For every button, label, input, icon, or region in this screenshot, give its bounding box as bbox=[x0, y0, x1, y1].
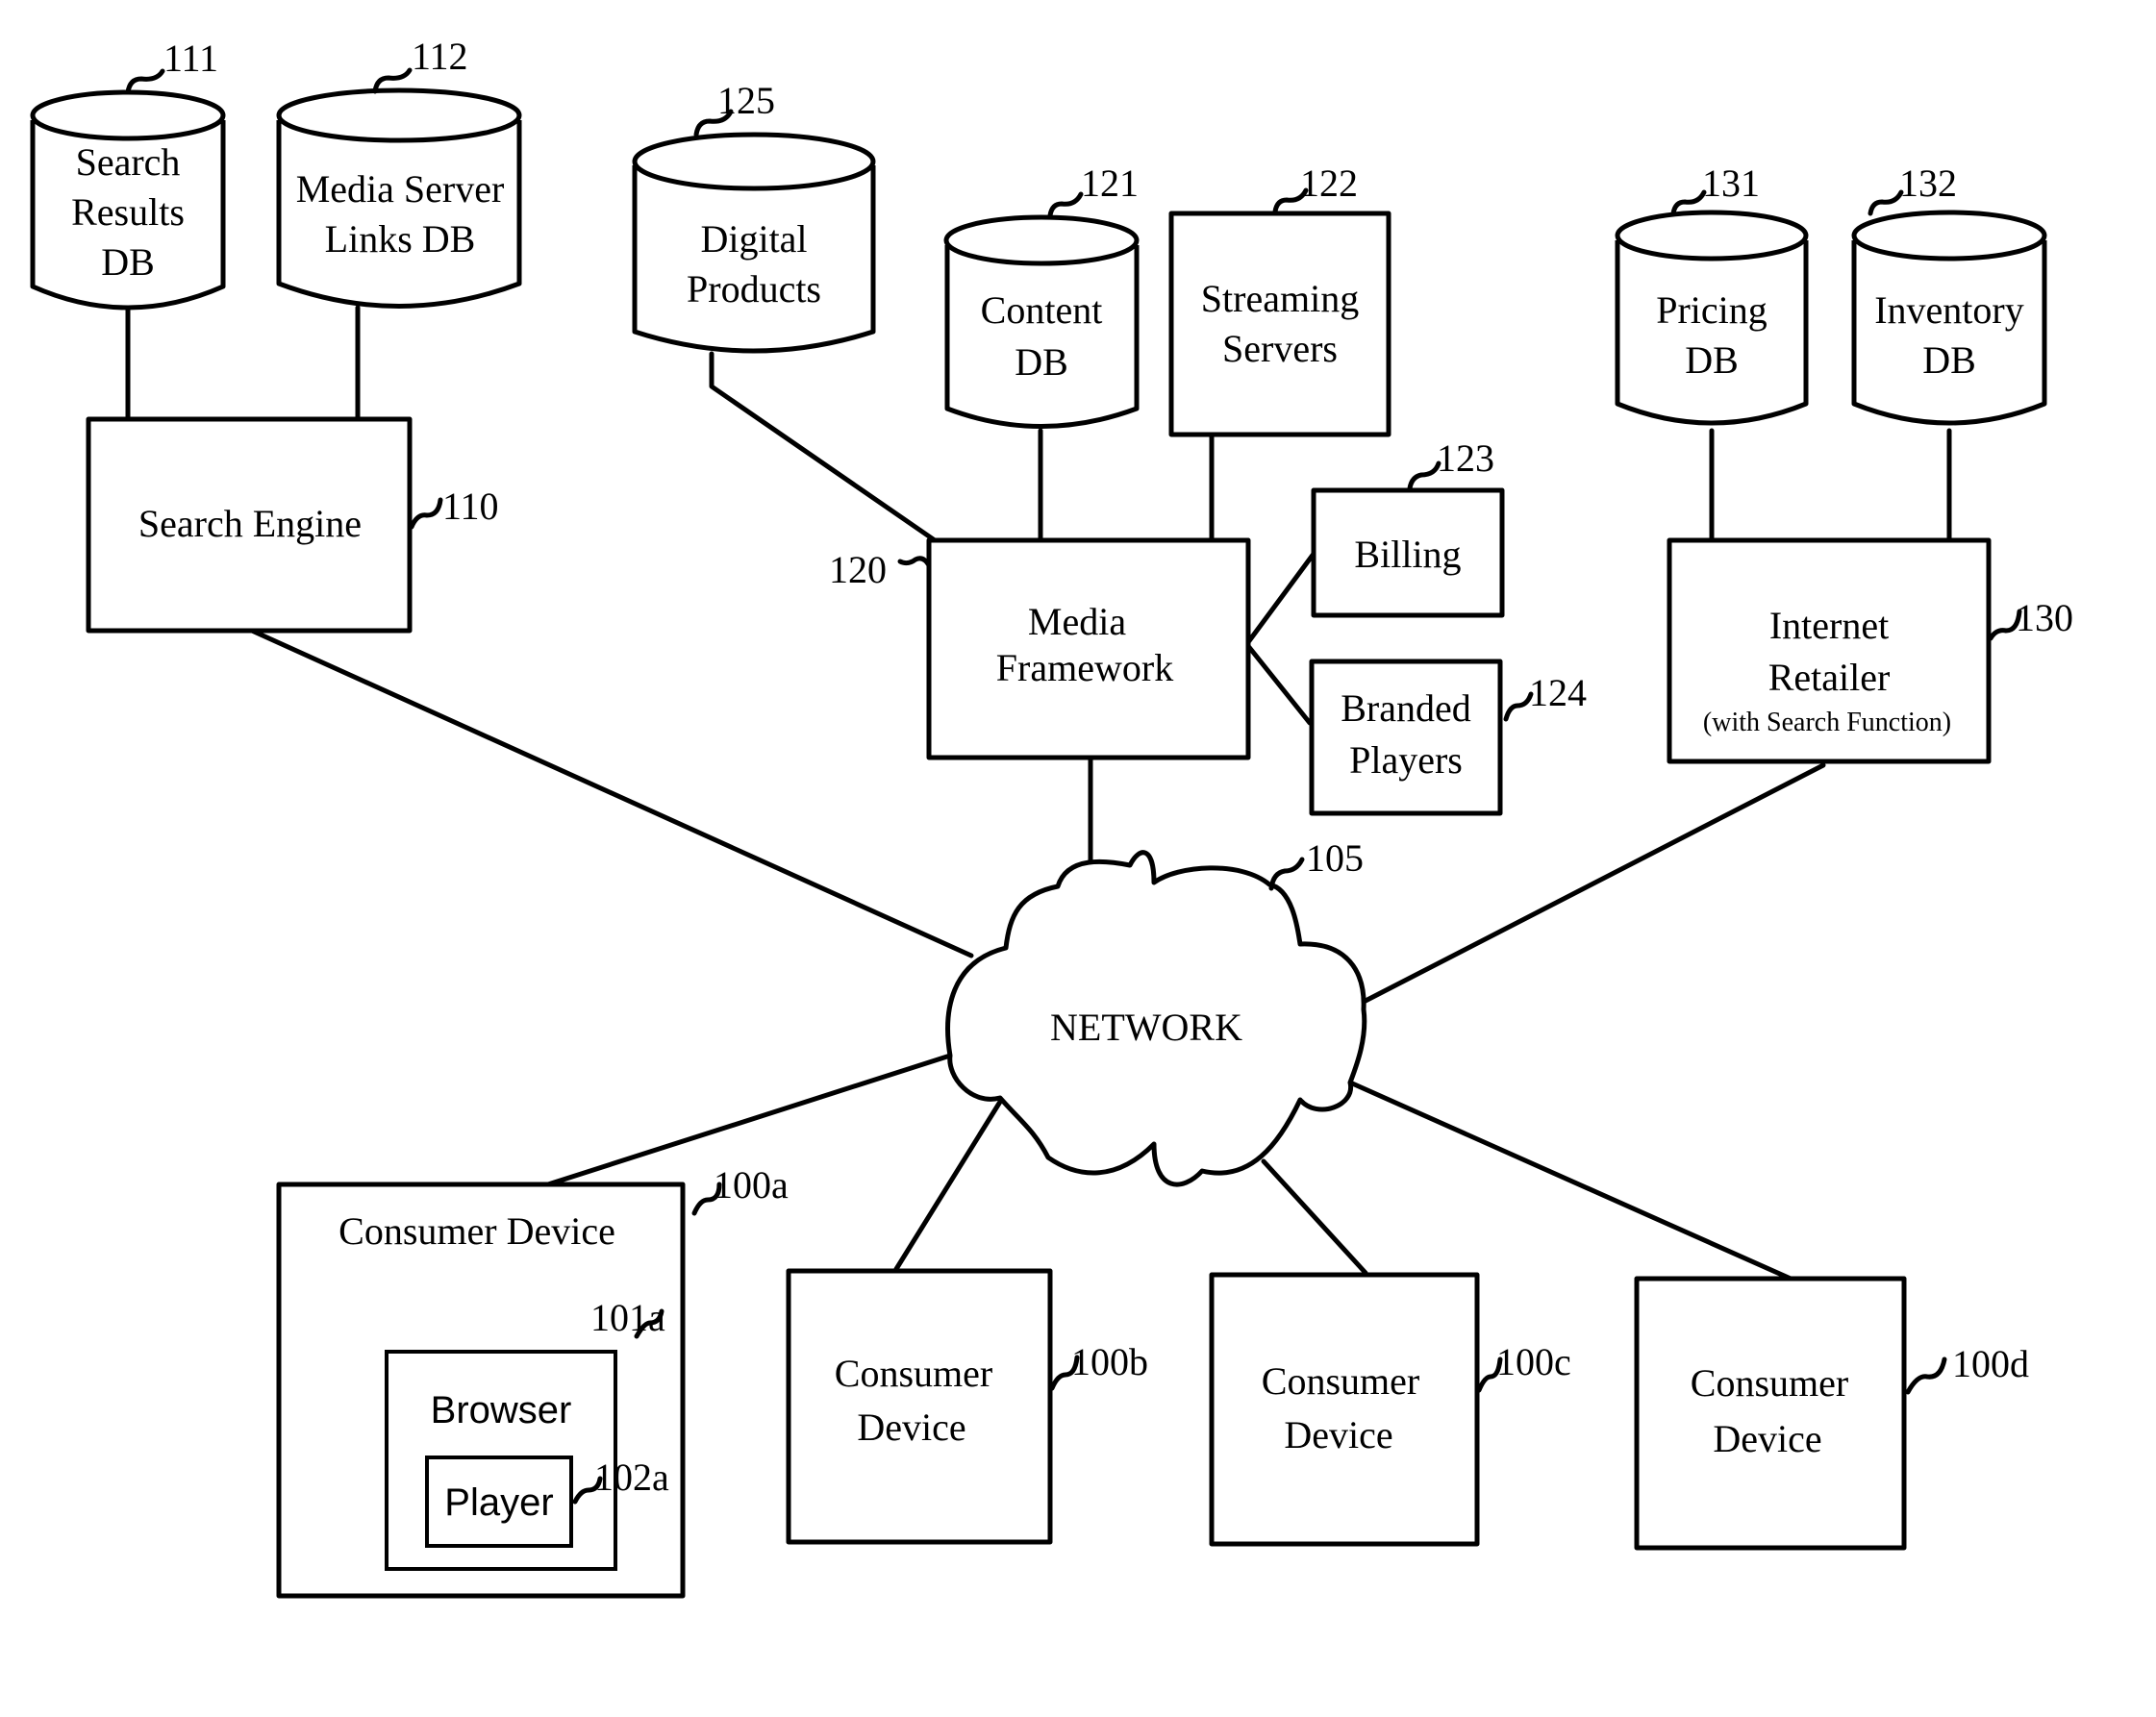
db-label-line: Search bbox=[76, 140, 181, 184]
connector-digital-products bbox=[709, 351, 938, 543]
device-label: Consumer bbox=[835, 1352, 992, 1395]
box-label: Framework bbox=[996, 646, 1173, 689]
db-label-line: DB bbox=[1922, 338, 1976, 382]
consumer-device-d: Consumer Device bbox=[1634, 1276, 1907, 1551]
network-cloud: NETWORK bbox=[945, 850, 1367, 1187]
ref-number: 132 bbox=[1899, 162, 1957, 205]
ref-leader bbox=[1868, 189, 1904, 216]
ref-number: 102a bbox=[594, 1456, 669, 1499]
box-label: Internet bbox=[1769, 604, 1889, 647]
ref-number: 111 bbox=[163, 37, 218, 80]
browser-label: Browser bbox=[431, 1389, 572, 1431]
box-label: Players bbox=[1349, 738, 1463, 782]
network-label: NETWORK bbox=[1050, 1006, 1242, 1049]
connector-billing bbox=[1245, 551, 1316, 645]
consumer-device-b: Consumer Device bbox=[786, 1268, 1053, 1545]
ref-number: 100c bbox=[1496, 1340, 1571, 1383]
device-label: Device bbox=[1713, 1417, 1821, 1460]
box-label: Billing bbox=[1354, 533, 1461, 576]
ref-leader bbox=[1268, 857, 1305, 891]
internet-retailer: Internet Retailer (with Search Function) bbox=[1667, 537, 1992, 764]
search-engine: Search Engine bbox=[86, 416, 413, 634]
connector-device-c bbox=[1261, 1158, 1368, 1276]
digital-products-db: Digital Products bbox=[632, 132, 876, 354]
ref-number: 100b bbox=[1071, 1340, 1148, 1383]
db-label-line: Media Server bbox=[296, 167, 505, 211]
ref-number: 110 bbox=[442, 485, 499, 528]
db-label-line: Inventory bbox=[1874, 288, 2024, 332]
inventory-db: Inventory DB bbox=[1851, 210, 2047, 426]
ref-leader bbox=[409, 497, 443, 530]
box-label: Branded bbox=[1341, 686, 1471, 730]
db-label-line: Pricing bbox=[1656, 288, 1767, 332]
connector-device-b bbox=[893, 1099, 1003, 1272]
ref-number: 124 bbox=[1529, 671, 1587, 714]
database-icon bbox=[1851, 240, 2047, 426]
ref-number: 122 bbox=[1300, 162, 1358, 205]
database-icon bbox=[1615, 240, 1809, 426]
device-label: Device bbox=[1284, 1413, 1392, 1456]
ref-leader bbox=[125, 68, 165, 95]
ref-leader bbox=[897, 556, 932, 568]
system-diagram: Search Results DB 111 Media Server Links… bbox=[30, 35, 2073, 1599]
ref-number: 100d bbox=[1952, 1342, 2029, 1385]
db-label-line: DB bbox=[1015, 340, 1068, 384]
consumer-device-a: Consumer Device Browser Player bbox=[276, 1182, 686, 1599]
media-server-links-db: Media Server Links DB bbox=[276, 87, 522, 309]
box-sublabel: (with Search Function) bbox=[1703, 708, 1951, 737]
db-label-line: Results bbox=[71, 190, 185, 234]
branded-players: Branded Players bbox=[1309, 659, 1503, 816]
ref-number: 105 bbox=[1306, 836, 1364, 880]
media-framework: Media Framework bbox=[926, 537, 1251, 760]
connector-device-d bbox=[1347, 1080, 1793, 1282]
connector-branded-players bbox=[1245, 643, 1313, 726]
db-label-line: Digital bbox=[700, 217, 807, 261]
box-label: Retailer bbox=[1768, 656, 1891, 699]
search-results-db: Search Results DB bbox=[30, 89, 226, 311]
browser-box: Browser Player bbox=[385, 1350, 617, 1571]
box-label: Media bbox=[1028, 600, 1126, 643]
connector-search-engine-network bbox=[249, 628, 974, 958]
consumer-device-c: Consumer Device bbox=[1209, 1272, 1480, 1547]
device-label: Device bbox=[857, 1406, 965, 1449]
ref-leader bbox=[1047, 191, 1084, 218]
ref-number: 131 bbox=[1702, 162, 1760, 205]
player-box: Player bbox=[425, 1456, 573, 1548]
box-label: Streaming bbox=[1201, 277, 1359, 320]
db-label-line: Links DB bbox=[325, 217, 476, 261]
ref-leader bbox=[1503, 691, 1534, 722]
device-label: Consumer Device bbox=[338, 1209, 615, 1253]
ref-number: 130 bbox=[2016, 596, 2073, 639]
device-label: Consumer bbox=[1262, 1359, 1419, 1403]
db-label-line: DB bbox=[101, 240, 155, 284]
ref-leader bbox=[1905, 1356, 1947, 1395]
ref-number: 100a bbox=[714, 1163, 789, 1207]
db-label-line: DB bbox=[1685, 338, 1739, 382]
streaming-servers: Streaming Servers bbox=[1168, 211, 1391, 437]
db-label-line: Content bbox=[981, 288, 1103, 332]
device-label: Consumer bbox=[1691, 1361, 1848, 1405]
db-label-line: Products bbox=[687, 267, 821, 311]
ref-number: 121 bbox=[1081, 162, 1139, 205]
ref-number: 120 bbox=[829, 548, 887, 591]
pricing-db: Pricing DB bbox=[1615, 210, 1809, 426]
billing: Billing bbox=[1311, 487, 1505, 618]
database-icon bbox=[944, 245, 1140, 429]
box-label: Servers bbox=[1222, 327, 1338, 370]
box-label: Search Engine bbox=[138, 502, 362, 545]
ref-number: 101a bbox=[590, 1296, 665, 1339]
ref-number: 123 bbox=[1437, 436, 1494, 480]
ref-number: 125 bbox=[717, 79, 775, 122]
player-label: Player bbox=[444, 1481, 553, 1524]
database-icon bbox=[276, 120, 522, 309]
ref-leader bbox=[1407, 460, 1442, 491]
ref-number: 112 bbox=[412, 35, 468, 78]
content-db: Content DB bbox=[943, 214, 1140, 429]
